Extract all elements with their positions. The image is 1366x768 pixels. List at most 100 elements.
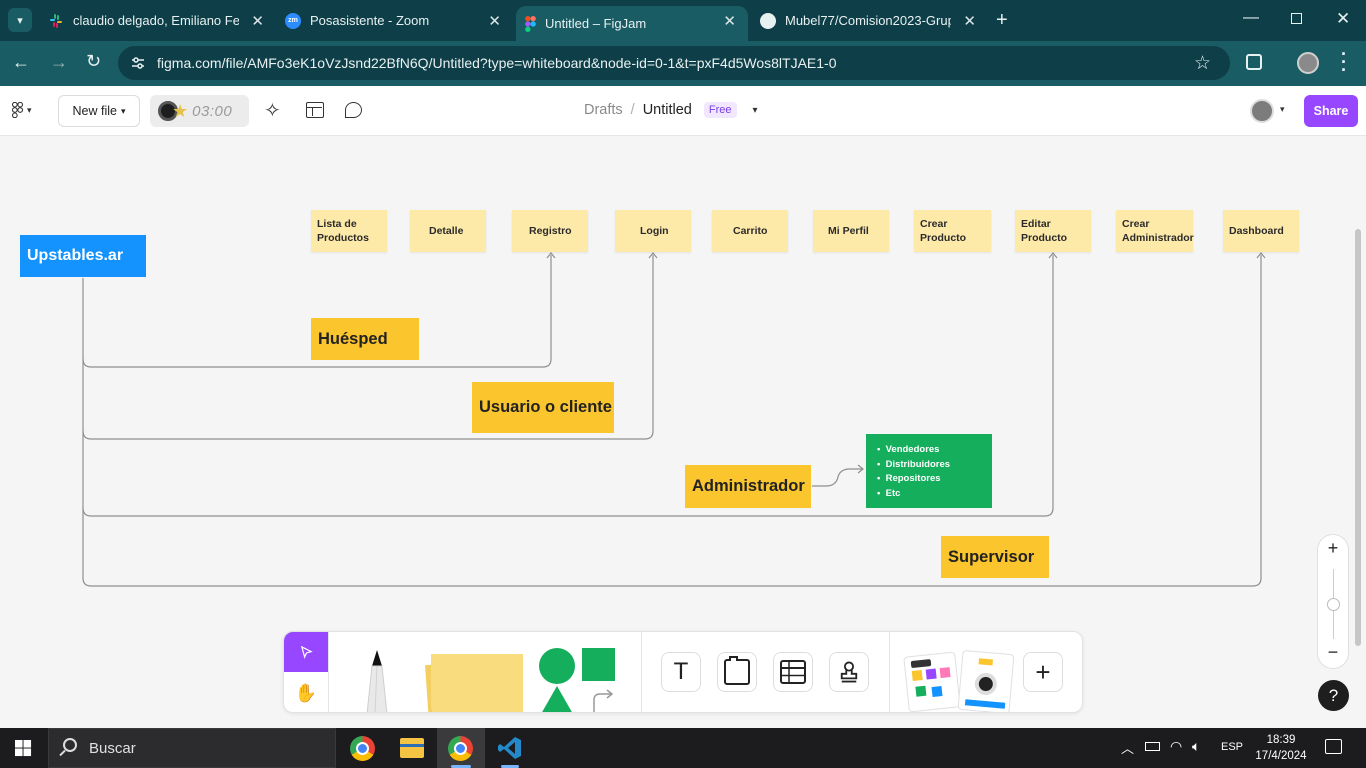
new-tab-button[interactable]: + bbox=[996, 9, 1008, 32]
table-tool[interactable] bbox=[773, 652, 813, 692]
connector-arrow-icon bbox=[593, 689, 614, 712]
windows-start-icon[interactable] bbox=[15, 740, 32, 757]
role-usuario[interactable]: Usuario o cliente bbox=[472, 382, 614, 433]
camera-icon bbox=[973, 672, 998, 696]
tab-label: Mubel77/Comision2023-Grupo bbox=[785, 13, 951, 28]
back-button[interactable]: ← bbox=[12, 52, 30, 73]
zoom-in-button[interactable]: + bbox=[1318, 538, 1348, 559]
hand-tool[interactable]: ✋ bbox=[284, 672, 328, 712]
cursor-icon bbox=[300, 645, 313, 659]
close-icon[interactable]: ✕ bbox=[723, 12, 736, 30]
battery-icon[interactable] bbox=[1145, 742, 1160, 751]
tab-zoom[interactable]: zm Posasistente - Zoom ✕ bbox=[277, 0, 513, 41]
plan-badge[interactable]: Free bbox=[703, 102, 737, 118]
taskbar-search[interactable]: Buscar bbox=[48, 728, 336, 768]
wifi-icon[interactable]: ◠ bbox=[1170, 738, 1182, 755]
templates-thumbnail[interactable] bbox=[903, 651, 961, 712]
share-button[interactable]: Share bbox=[1304, 95, 1358, 127]
template-icon bbox=[915, 685, 927, 697]
admin-types-note[interactable]: • Vendedores • Distribuidores • Reposito… bbox=[866, 434, 992, 508]
help-button[interactable]: ? bbox=[1318, 680, 1349, 711]
sticky-dashboard[interactable]: Dashboard bbox=[1223, 210, 1299, 252]
tab-figjam[interactable]: Untitled – FigJam ✕ bbox=[516, 6, 748, 41]
new-file-button[interactable]: New file ▾ bbox=[58, 95, 140, 127]
file-name[interactable]: Untitled bbox=[643, 102, 692, 118]
vertical-scrollbar[interactable] bbox=[1355, 229, 1361, 646]
widgets-thumbnail[interactable] bbox=[957, 649, 1015, 712]
url-text[interactable]: figma.com/file/AMFo3eK1oVzJsnd22BfN6Q/Un… bbox=[157, 55, 837, 71]
site-node[interactable]: Upstables.ar bbox=[20, 235, 146, 277]
notifications-icon[interactable] bbox=[1325, 739, 1342, 754]
language-indicator[interactable]: ESP bbox=[1221, 741, 1243, 753]
templates-button[interactable] bbox=[306, 102, 324, 118]
stamp-tool[interactable] bbox=[829, 652, 869, 692]
close-icon[interactable]: ✕ bbox=[251, 12, 264, 30]
breadcrumb: Drafts / Untitled Free ▾ bbox=[584, 102, 758, 118]
user-avatar[interactable] bbox=[1250, 99, 1274, 123]
sticky-crear-producto[interactable]: Crear Producto bbox=[914, 210, 991, 252]
chevron-up-icon[interactable]: ︿ bbox=[1121, 738, 1134, 757]
tab-github[interactable]: Mubel77/Comision2023-Grupo ✕ bbox=[752, 0, 988, 41]
chevron-down-icon[interactable]: ▾ bbox=[1280, 104, 1285, 115]
omnibox[interactable]: figma.com/file/AMFo3eK1oVzJsnd22BfN6Q/Un… bbox=[118, 46, 1230, 80]
sticky-registro[interactable]: Registro bbox=[512, 210, 588, 252]
move-tool[interactable] bbox=[284, 632, 328, 672]
new-file-label: New file bbox=[72, 104, 117, 118]
site-info-icon[interactable] bbox=[130, 55, 146, 71]
extensions-icon[interactable] bbox=[1246, 54, 1262, 70]
ai-sparkle-button[interactable]: ✧ bbox=[264, 98, 281, 123]
clock-time: 18:39 bbox=[1266, 734, 1296, 746]
chrome-taskbar-icon[interactable] bbox=[350, 736, 375, 761]
sticky-lista-productos[interactable]: Lista de Productos bbox=[311, 210, 387, 252]
clock[interactable]: 18:39 17/4/2024 bbox=[1253, 732, 1309, 764]
browser-tab-strip: ▾ claudio delgado, Emiliano Ferre ✕ zm P… bbox=[0, 0, 1366, 41]
section-tool[interactable] bbox=[717, 652, 757, 692]
template-icon bbox=[925, 668, 937, 680]
role-supervisor[interactable]: Supervisor bbox=[941, 536, 1049, 578]
close-window-button[interactable]: ✕ bbox=[1336, 9, 1350, 29]
chevron-down-icon[interactable]: ▾ bbox=[753, 105, 758, 116]
sticky-crear-administrador[interactable]: Crear Administrador bbox=[1116, 210, 1194, 252]
tab-slack[interactable]: claudio delgado, Emiliano Ferre ✕ bbox=[40, 0, 276, 41]
figjam-toolbar: ▾ New file ▾ ★ 03:00 ✧ Drafts / Untitled… bbox=[0, 86, 1366, 136]
role-administrador[interactable]: Administrador bbox=[685, 465, 811, 508]
timer-widget[interactable]: ★ 03:00 bbox=[150, 95, 249, 127]
sticky-detalle[interactable]: Detalle bbox=[410, 210, 486, 252]
more-tools-button[interactable]: + bbox=[1023, 652, 1063, 692]
zoom-slider-handle[interactable] bbox=[1327, 598, 1340, 611]
close-icon[interactable]: ✕ bbox=[488, 12, 501, 30]
reload-button[interactable]: ↻ bbox=[86, 51, 101, 72]
circle-shape-icon bbox=[539, 648, 575, 684]
whiteboard-canvas[interactable]: Upstables.ar Lista de Productos Detalle … bbox=[0, 137, 1366, 712]
restore-button[interactable] bbox=[1291, 13, 1302, 24]
sticky-mi-perfil[interactable]: Mi Perfil bbox=[813, 210, 889, 252]
bookmark-star-icon[interactable]: ☆ bbox=[1194, 52, 1211, 75]
minimize-button[interactable]: — bbox=[1243, 9, 1259, 27]
vscode-taskbar-icon[interactable] bbox=[498, 736, 522, 768]
main-menu-button[interactable]: ▾ bbox=[12, 102, 32, 118]
volume-icon[interactable]: 🔈︎ bbox=[1192, 738, 1200, 755]
forward-button[interactable]: → bbox=[50, 52, 68, 73]
marker-tool[interactable] bbox=[362, 648, 392, 712]
menu-kebab-icon[interactable]: · · · bbox=[1341, 45, 1347, 79]
clock-date: 17/4/2024 bbox=[1255, 750, 1307, 762]
sticky-carrito[interactable]: Carrito bbox=[712, 210, 788, 252]
shapes-tool[interactable] bbox=[538, 646, 618, 712]
close-icon[interactable]: ✕ bbox=[963, 12, 976, 30]
text-tool[interactable]: T bbox=[661, 652, 701, 692]
tab-label: Untitled – FigJam bbox=[545, 16, 647, 31]
creation-dock: ✋ T + bbox=[283, 631, 1083, 713]
sticky-login[interactable]: Login bbox=[615, 210, 691, 252]
comment-button[interactable] bbox=[345, 102, 362, 118]
sticky-stack-icon bbox=[431, 654, 523, 712]
file-explorer-taskbar-icon[interactable] bbox=[400, 738, 424, 758]
role-huesped[interactable]: Huésped bbox=[311, 318, 419, 360]
tab-search-button[interactable]: ▾ bbox=[8, 8, 32, 32]
zoom-out-button[interactable]: − bbox=[1318, 642, 1348, 663]
sticky-note-tool[interactable] bbox=[421, 648, 525, 712]
taskbar-search-input[interactable]: Buscar bbox=[89, 740, 136, 757]
sticky-editar-producto[interactable]: Editar Producto bbox=[1015, 210, 1091, 252]
breadcrumb-drafts[interactable]: Drafts bbox=[584, 102, 623, 118]
profile-avatar[interactable] bbox=[1297, 52, 1319, 74]
chrome-profile-taskbar-icon[interactable] bbox=[437, 728, 485, 768]
